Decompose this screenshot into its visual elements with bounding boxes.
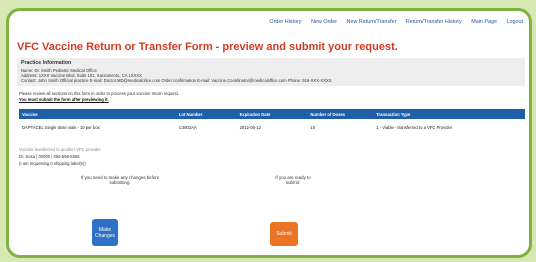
submit-button[interactable]: Submit [270,222,298,246]
table-header-row: Vaccine Lot Number Expiration Date Numbe… [19,109,525,119]
cell-expiration-date: 2012-06-12 [239,124,261,130]
col-expiration-date: Expiration Date [236,109,308,119]
page-background: Order History New Order New Return/Trans… [0,0,536,262]
nav-order-history[interactable]: Order History [269,19,301,25]
nav-new-return-transfer[interactable]: New Return/Transfer [347,19,397,25]
transfer-provider: Dr. Sosa | 00000 | 555-555-5555 [19,154,80,159]
practice-info-box: Practice Information Name: Dr. Smith Ped… [17,58,525,86]
nav-logout[interactable]: Logout [507,19,524,25]
nav-return-transfer-history[interactable]: Return/Transfer History [406,19,462,25]
nav-main-page[interactable]: Main Page [471,19,497,25]
cell-lot-number: C4802AA [178,124,197,130]
col-number-of-doses: Number of Doses [307,109,374,119]
top-nav: Order History New Order New Return/Trans… [261,19,523,25]
cell-transaction-type: 1 - Viable - transferred to a VFC Provid… [376,124,453,130]
cell-vaccine: DAPTACEL Single dose vials - 10 per box [22,124,100,130]
make-changes-button[interactable]: Make Changes [92,219,118,246]
submit-prompt: If you are ready to submit: [275,175,311,185]
page-title: VFC Vaccine Return or Transfer Form - pr… [17,41,398,53]
table-row: DAPTACEL Single dose vials - 10 per box … [19,119,525,135]
transfer-heading: Vaccine transferred to another VFC provi… [19,147,101,152]
submit-reminder: You must submit the form after previewin… [19,97,109,102]
shipping-label-note: (I am requesting 0 shipping label(s)) [19,161,86,166]
form-panel: Order History New Order New Return/Trans… [6,8,532,258]
changes-prompt: If you need to make any changes before s… [80,175,160,185]
nav-new-order[interactable]: New Order [311,19,337,25]
col-vaccine: Vaccine [19,109,176,119]
vaccine-table: Vaccine Lot Number Expiration Date Numbe… [19,109,525,135]
practice-contact: Contact: John Smith Official practice E-… [21,78,332,83]
col-lot-number: Lot Number [175,109,237,119]
practice-info-heading: Practice Information [21,60,72,66]
cell-number-of-doses: 10 [310,124,316,130]
col-transaction-type: Transaction Type [373,109,525,119]
instructions-text: Please review all sections on this form … [19,91,179,96]
